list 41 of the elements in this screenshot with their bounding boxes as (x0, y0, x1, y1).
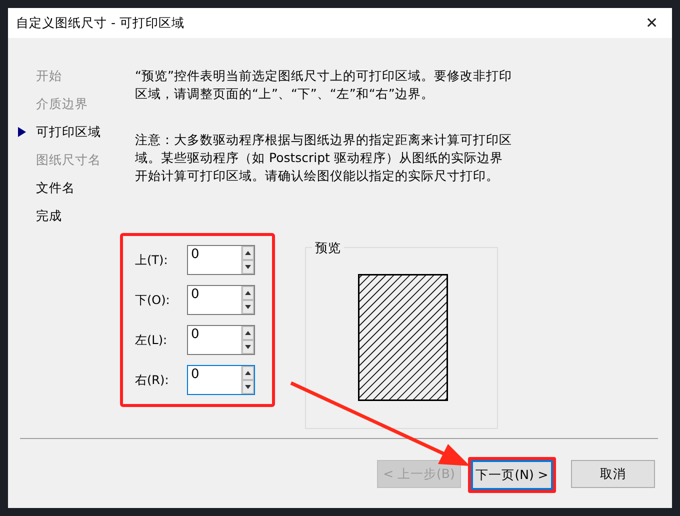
caret-up-icon (245, 371, 251, 375)
spin-up-button[interactable] (242, 366, 254, 380)
description-text: “预览”控件表明当前选定图纸尺寸上的可打印区域。要修改非打印区域，请调整页面的“上”、“下”、“左”和“右”边界。 (135, 67, 513, 103)
window-title: 自定义图纸尺寸 - 可打印区域 (16, 14, 184, 32)
input-field[interactable]: 0 (188, 286, 241, 302)
spin-up-button[interactable] (242, 286, 254, 300)
step-item: 文件名 (36, 180, 75, 196)
caret-down-icon (245, 385, 251, 389)
spin-box[interactable]: 0 (187, 285, 255, 315)
spin-up-button[interactable] (242, 246, 254, 260)
step-item: 开始 (36, 68, 62, 84)
spin-box[interactable]: 0 (187, 325, 255, 355)
input-field[interactable]: 0 (188, 366, 241, 382)
close-button[interactable]: ✕ (632, 8, 672, 38)
field-label: 上(T): (135, 252, 169, 268)
step-item: 介质边界 (36, 96, 88, 112)
caret-up-icon (245, 331, 251, 335)
caret-down-icon (245, 265, 251, 269)
spin-up-button[interactable] (242, 326, 254, 340)
input-field[interactable]: 0 (188, 246, 241, 262)
spin-down-button[interactable] (242, 380, 254, 394)
wizard-button[interactable]: 下一页(N) > (471, 460, 553, 490)
caret-up-icon (245, 251, 251, 255)
spin-down-button[interactable] (242, 340, 254, 354)
field-label: 下(O): (135, 292, 171, 308)
input-field[interactable]: 0 (188, 326, 241, 342)
caret-down-icon (245, 345, 251, 349)
field-label: 左(L): (135, 332, 168, 348)
description-text: 注意：大多数驱动程序根据与图纸边界的指定距离来计算可打印区域。某些驱动程序（如 Postscript 驱动程序）从图纸的实际边界开始计算可打印区域。请确认绘图仪能以指定的实际尺寸打印。 (135, 131, 513, 185)
caret-up-icon (245, 291, 251, 295)
caret-down-icon (245, 305, 251, 309)
step-item: 可打印区域 (36, 124, 101, 140)
group-title: 预览 (312, 240, 344, 257)
spin-down-button[interactable] (242, 260, 254, 274)
field-label: 右(R): (135, 372, 170, 388)
spin-box[interactable]: 0 (187, 365, 255, 395)
spin-box[interactable]: 0 (187, 245, 255, 275)
step-item: 完成 (36, 208, 62, 224)
step-item: 图纸尺寸名 (36, 152, 101, 168)
wizard-button[interactable]: 取消 (571, 460, 655, 488)
spin-down-button[interactable] (242, 300, 254, 314)
